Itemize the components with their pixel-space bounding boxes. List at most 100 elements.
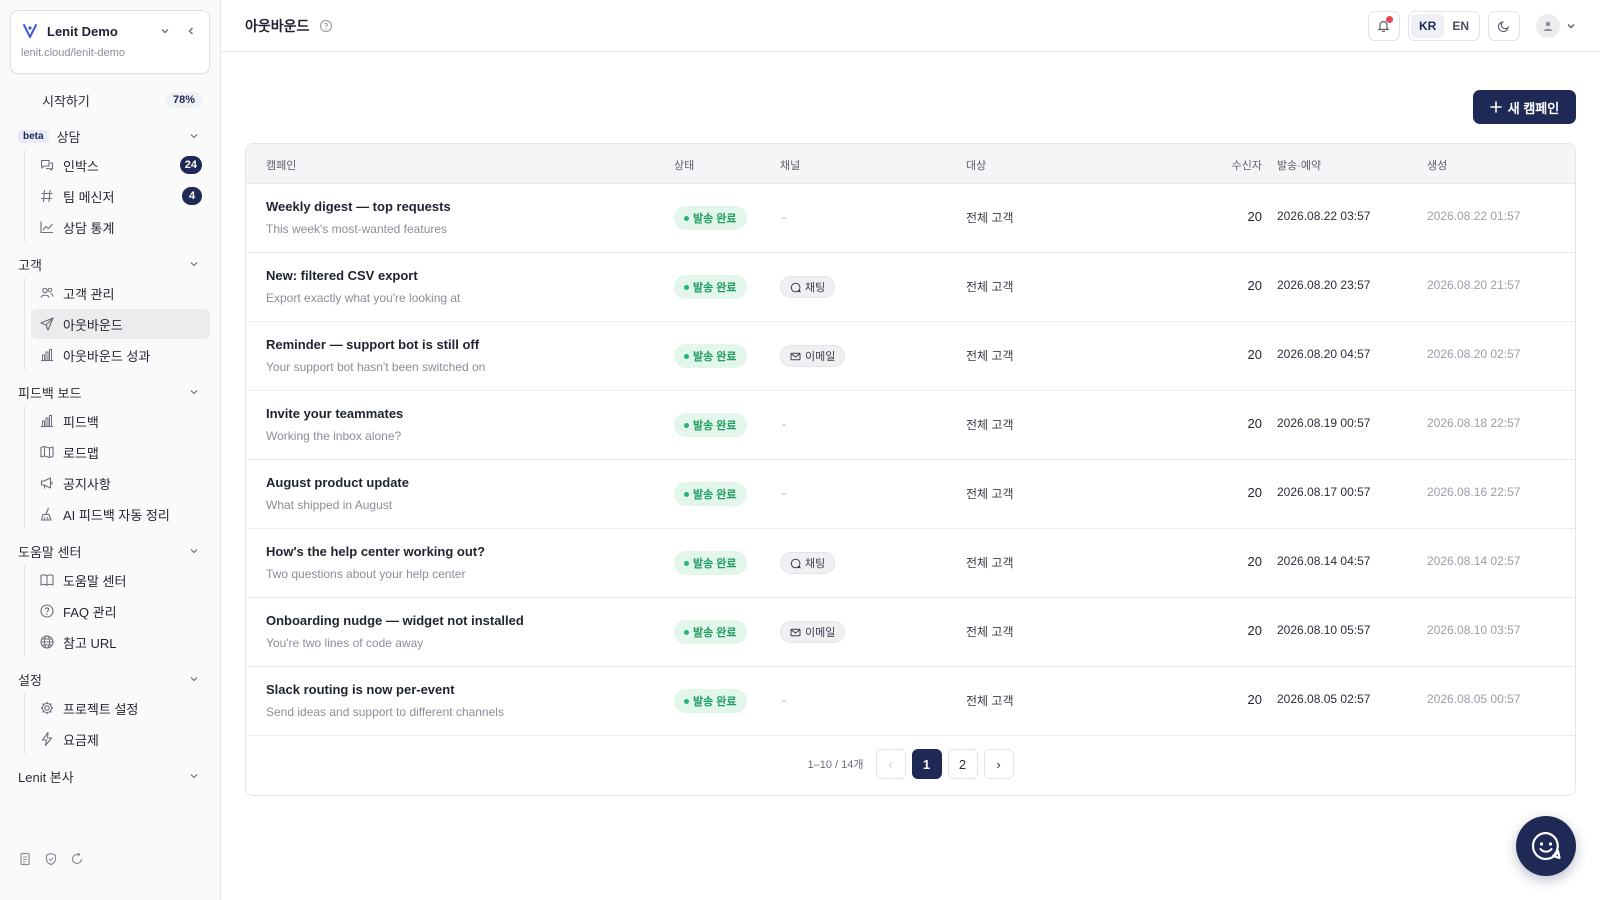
campaign-title[interactable]: Weekly digest — top requests [266,199,451,214]
sidebar-item[interactable]: 참고 URL [31,627,210,657]
campaign-subtitle: Two questions about your help center [266,567,466,581]
collapse-sidebar-icon[interactable] [183,23,199,39]
column-header-status[interactable]: 상태 [674,157,694,173]
table-row[interactable]: Reminder — support bot is still off Your … [246,322,1575,391]
table-header: 캠페인 상태 채널 대상 수신자 발송·예약 생성 [246,144,1575,184]
column-header-created[interactable]: 생성 [1427,157,1447,173]
table-row[interactable]: Invite your teammates Working the inbox a… [246,391,1575,460]
notifications-button[interactable] [1367,10,1400,41]
column-header-target[interactable]: 대상 [966,157,986,173]
sent-time: 2026.08.10 05:57 [1277,623,1371,637]
column-header-campaign[interactable]: 캠페인 [266,157,296,173]
sidebar-item[interactable]: 아웃바운드 [31,309,210,339]
campaign-subtitle: You're two lines of code away [266,636,424,650]
sidebar-group: 인박스 24 팀 메신저 4 상담 통계 [24,150,210,242]
created-time: 2026.08.14 02:57 [1427,554,1521,568]
page-2-button[interactable]: 2 [947,749,978,779]
created-time: 2026.08.20 02:57 [1427,347,1521,361]
recipient-count: 20 [1247,485,1262,500]
getting-started-item[interactable]: 시작하기 78% [10,86,210,114]
sidebar-item[interactable]: FAQ 관리 [31,596,210,626]
sidebar-item[interactable]: 로드맵 [31,437,210,467]
user-menu[interactable] [1536,13,1576,38]
lang-en-option[interactable]: EN [1444,14,1477,38]
document-icon[interactable] [18,852,32,866]
sidebar-group: 고객 관리 아웃바운드 아웃바운드 성과 [24,278,210,370]
channel-label: 이메일 [805,627,836,639]
chevron-down-icon [188,386,200,398]
chevron-down-icon [188,545,200,557]
campaign-title[interactable]: Onboarding nudge — widget not installed [266,613,524,628]
next-page-button[interactable]: › [983,749,1014,779]
shield-icon[interactable] [44,852,58,866]
lang-kr-option[interactable]: KR [1410,13,1445,38]
question-icon [39,603,55,619]
table-row[interactable]: Slack routing is now per-event Send ideas… [246,667,1575,736]
column-header-channel[interactable]: 채널 [780,157,800,173]
campaign-title[interactable]: Slack routing is now per-event [266,682,455,697]
column-header-recipients[interactable]: 수신자 [1226,157,1262,173]
chevron-down-icon [1567,23,1575,28]
page-1-button[interactable]: 1 [911,749,942,779]
sidebar-item[interactable]: 요금제 [31,724,210,754]
status-dot [684,629,689,635]
avatar [1536,13,1560,38]
sidebar-item-label: 도움말 센터 [63,573,127,589]
table-row[interactable]: August product update What shipped in Aug… [246,460,1575,529]
status-badge: 발송 완료 [674,551,747,575]
sidebar-item[interactable]: 고객 관리 [31,278,210,308]
sidebar-section-header[interactable]: 도움말 센터 [10,537,210,565]
sidebar-section-header[interactable]: 고객 [10,250,210,278]
sidebar-item[interactable]: 인박스 24 [31,150,210,180]
refresh-icon[interactable] [70,852,84,866]
sidebar-section-header[interactable]: 피드백 보드 [10,378,210,406]
chat-bubble-icon [790,558,801,569]
line-chart-icon [39,219,55,235]
chat-launcher-button[interactable] [1516,816,1576,876]
channel-empty: - [782,693,786,707]
sidebar-item[interactable]: 공지사항 [31,468,210,498]
status-label: 발송 완료 [693,282,737,294]
campaign-title[interactable]: Reminder — support bot is still off [266,337,479,352]
help-circle-icon[interactable] [319,19,333,33]
table-row[interactable]: How's the help center working out? Two qu… [246,529,1575,598]
created-time: 2026.08.16 22:57 [1427,485,1521,499]
language-toggle[interactable]: KR EN [1407,10,1480,41]
sidebar-section-header[interactable]: Lenit 본사 [10,762,210,790]
sidebar-item[interactable]: 팀 메신저 4 [31,181,210,211]
new-campaign-button[interactable]: 새 캠페인 [1473,90,1576,124]
workspace-switcher[interactable]: Lenit Demo lenit.cloud/lenit-demo [10,10,210,74]
chat-bubble-icon [790,282,801,293]
target-audience: 전체 고객 [966,556,1014,570]
new-campaign-label: 새 캠페인 [1507,100,1560,116]
nav-sections: beta 상담 인박스 24 팀 메신저 4 상담 통계고객 고객 관리 아웃바운드 아웃바운드 … [10,122,210,790]
table-row[interactable]: New: filtered CSV export Export exactly w… [246,253,1575,322]
sidebar-item[interactable]: 아웃바운드 성과 [31,340,210,370]
sidebar-item[interactable]: AI 피드백 자동 정리 [31,499,210,529]
recipient-count: 20 [1247,692,1262,707]
campaign-title[interactable]: Invite your teammates [266,406,403,421]
table-row[interactable]: Onboarding nudge — widget not installed Y… [246,598,1575,667]
sidebar-item[interactable]: 상담 통계 [31,212,210,242]
campaign-title[interactable]: How's the help center working out? [266,544,485,559]
topbar: 아웃바운드 KR EN [221,0,1600,52]
campaign-title[interactable]: August product update [266,475,409,490]
theme-toggle-button[interactable] [1488,10,1520,41]
sidebar-section-header[interactable]: beta 상담 [10,122,210,150]
sidebar-item[interactable]: 도움말 센터 [31,565,210,595]
getting-started-label: 시작하기 [42,93,90,109]
sidebar-item[interactable]: 프로젝트 설정 [31,693,210,723]
chevron-down-icon [188,770,200,782]
sidebar-item-label: FAQ 관리 [63,604,117,620]
users-icon [39,285,55,301]
chevron-down-icon[interactable] [157,23,173,39]
mail-icon [790,351,801,362]
status-dot [684,284,689,290]
workspace-url: lenit.cloud/lenit-demo [21,47,125,59]
prev-page-button[interactable]: ‹ [875,749,906,779]
campaign-title[interactable]: New: filtered CSV export [266,268,418,283]
column-header-sent[interactable]: 발송·예약 [1277,157,1321,173]
table-row[interactable]: Weekly digest — top requests This week's … [246,184,1575,253]
sidebar-item[interactable]: 피드백 [31,406,210,436]
sidebar-section-header[interactable]: 설정 [10,665,210,693]
